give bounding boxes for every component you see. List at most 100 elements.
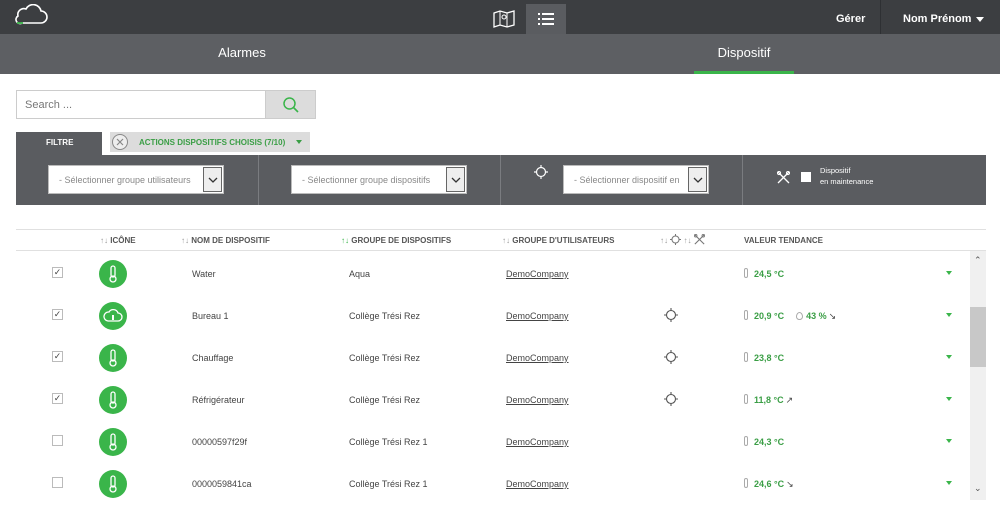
- list-view-icon[interactable]: [526, 4, 566, 34]
- temperature-value: 24,6 °C: [754, 479, 785, 489]
- row-expand-icon[interactable]: [946, 271, 952, 275]
- filter-divider: [500, 155, 501, 205]
- location-target-icon[interactable]: [664, 392, 678, 406]
- temperature-value: 23,8 °C: [754, 353, 785, 363]
- table-row[interactable]: 00000597f29f Collège Trési Rez 1 DemoCom…: [16, 420, 966, 462]
- main-tabs: Alarmes Dispositif: [0, 34, 1000, 74]
- user-group-link[interactable]: DemoCompany: [506, 252, 569, 296]
- trend-value: 20,9 °C 43 % ↘: [744, 294, 836, 338]
- scroll-thumb[interactable]: [970, 307, 986, 367]
- thermometer-icon: [99, 386, 127, 414]
- maintenance-label-line1: Dispositif: [820, 166, 851, 175]
- row-checkbox[interactable]: ✓: [52, 267, 63, 278]
- device-group: Aqua: [349, 269, 371, 279]
- table-row[interactable]: ✓ Bureau 1 Collège Trési Rez DemoCompany…: [16, 294, 966, 336]
- device-group: Collège Trési Rez: [349, 395, 421, 405]
- table-header-divider: [16, 250, 986, 251]
- tab-dispositif[interactable]: Dispositif: [694, 34, 794, 74]
- row-expand-icon[interactable]: [946, 439, 952, 443]
- device-group-select[interactable]: - Sélectionner groupe dispositifs: [291, 165, 467, 194]
- filter-divider: [742, 155, 743, 205]
- row-expand-icon[interactable]: [946, 355, 952, 359]
- row-expand-icon[interactable]: [946, 481, 952, 485]
- table-scrollbar[interactable]: ⌃ ⌄: [970, 251, 986, 500]
- user-group-link[interactable]: DemoCompany: [506, 462, 569, 506]
- device-group: Collège Trési Rez: [349, 353, 421, 363]
- maintenance-label: Dispositif en maintenance: [820, 165, 873, 187]
- thermometer-icon: [99, 260, 127, 288]
- row-checkbox[interactable]: ✓: [52, 351, 63, 362]
- maintenance-label-line2: en maintenance: [820, 177, 874, 186]
- row-expand-icon[interactable]: [946, 397, 952, 401]
- thermometer-outline-icon: [744, 352, 748, 362]
- tab-alarmes[interactable]: Alarmes: [180, 34, 304, 74]
- device-name: Water: [192, 269, 216, 279]
- thermometer-outline-icon: [744, 394, 748, 404]
- row-checkbox[interactable]: [52, 435, 63, 446]
- maintenance-tools-icon: [693, 233, 705, 245]
- user-group-select[interactable]: - Sélectionner groupe utilisateurs: [48, 165, 224, 194]
- header-name-label: NOM DE DISPOSITIF: [191, 236, 270, 245]
- search-button[interactable]: [265, 90, 316, 119]
- row-expand-icon[interactable]: [946, 313, 952, 317]
- header-user-group[interactable]: ↑↓ GROUPE D'UTILISATEURS: [502, 236, 614, 245]
- device-actions-dropdown[interactable]: ACTIONS DISPOSITIFS CHOISIS (7/10): [110, 132, 310, 152]
- scroll-up-icon[interactable]: ⌃: [974, 255, 982, 266]
- user-group-link[interactable]: DemoCompany: [506, 294, 569, 338]
- trend-arrow: ↘: [786, 479, 794, 489]
- user-group-link[interactable]: DemoCompany: [506, 336, 569, 380]
- scroll-down-icon[interactable]: ⌄: [974, 483, 982, 494]
- table-row[interactable]: ✓ Water Aqua DemoCompany 24,5 °C: [16, 252, 966, 294]
- trend-value: 11,8 °C ↗: [744, 378, 793, 422]
- trend-value: 24,3 °C: [744, 420, 784, 464]
- temperature-value: 24,5 °C: [754, 269, 785, 279]
- header-device-group[interactable]: ↑↓ GROUPE DE DISPOSITIFS: [341, 236, 451, 245]
- trend-value: 23,8 °C: [744, 336, 784, 380]
- chevron-down-icon: [446, 167, 465, 192]
- clear-selection-icon[interactable]: [112, 134, 128, 150]
- user-group-link[interactable]: DemoCompany: [506, 420, 569, 464]
- header-location-maintenance[interactable]: ↑↓ ↑↓: [660, 233, 705, 245]
- thermometer-outline-icon: [744, 478, 748, 488]
- user-group-link[interactable]: DemoCompany: [506, 378, 569, 422]
- cloud-logo-icon[interactable]: [14, 3, 48, 26]
- caret-down-icon: [296, 140, 302, 144]
- device-name: Bureau 1: [192, 311, 229, 321]
- device-group: Collège Trési Rez 1: [349, 437, 428, 447]
- filter-divider: [258, 155, 259, 205]
- user-menu[interactable]: Nom Prénom: [880, 0, 1000, 34]
- device-group: Collège Trési Rez 1: [349, 479, 428, 489]
- maintenance-checkbox[interactable]: [801, 172, 811, 182]
- humidity-value: 43 %: [806, 311, 827, 321]
- chevron-down-icon: [976, 17, 984, 22]
- device-select[interactable]: - Sélectionner dispositif en: [563, 165, 709, 194]
- row-checkbox[interactable]: ✓: [52, 393, 63, 404]
- table-row[interactable]: 0000059841ca Collège Trési Rez 1 DemoCom…: [16, 462, 966, 504]
- device-group: Collège Trési Rez: [349, 311, 421, 321]
- thermometer-icon: [99, 470, 127, 498]
- filter-bar: - Sélectionner groupe utilisateurs - Sél…: [16, 155, 986, 205]
- device-group-select-value: - Sélectionner groupe dispositifs: [302, 175, 431, 185]
- row-checkbox[interactable]: ✓: [52, 309, 63, 320]
- search-input[interactable]: [17, 91, 265, 118]
- table-row[interactable]: ✓ Réfrigérateur Collège Trési Rez DemoCo…: [16, 378, 966, 420]
- header-name[interactable]: ↑↓ NOM DE DISPOSITIF: [181, 236, 270, 245]
- header-icon[interactable]: ↑↓ ICÔNE: [100, 236, 136, 245]
- table-row[interactable]: ✓ Chauffage Collège Trési Rez DemoCompan…: [16, 336, 966, 378]
- filter-tab[interactable]: FILTRE: [16, 132, 102, 155]
- device-actions-label: ACTIONS DISPOSITIFS CHOISIS (7/10): [139, 138, 286, 147]
- device-name: 0000059841ca: [192, 479, 252, 489]
- device-name: Réfrigérateur: [192, 395, 245, 405]
- device-name: 00000597f29f: [192, 437, 248, 447]
- trend-value: 24,5 °C: [744, 252, 784, 296]
- header-trend-value[interactable]: VALEUR TENDANCE: [744, 236, 823, 245]
- location-target-icon: [670, 234, 682, 245]
- header-user-group-label: GROUPE D'UTILISATEURS: [512, 236, 615, 245]
- map-view-icon[interactable]: [484, 4, 524, 34]
- manage-link[interactable]: Gérer: [836, 0, 865, 34]
- header-icon-label: ICÔNE: [110, 236, 136, 245]
- user-group-select-value: - Sélectionner groupe utilisateurs: [59, 175, 191, 185]
- location-target-icon[interactable]: [664, 308, 678, 322]
- row-checkbox[interactable]: [52, 477, 63, 488]
- location-target-icon[interactable]: [664, 350, 678, 364]
